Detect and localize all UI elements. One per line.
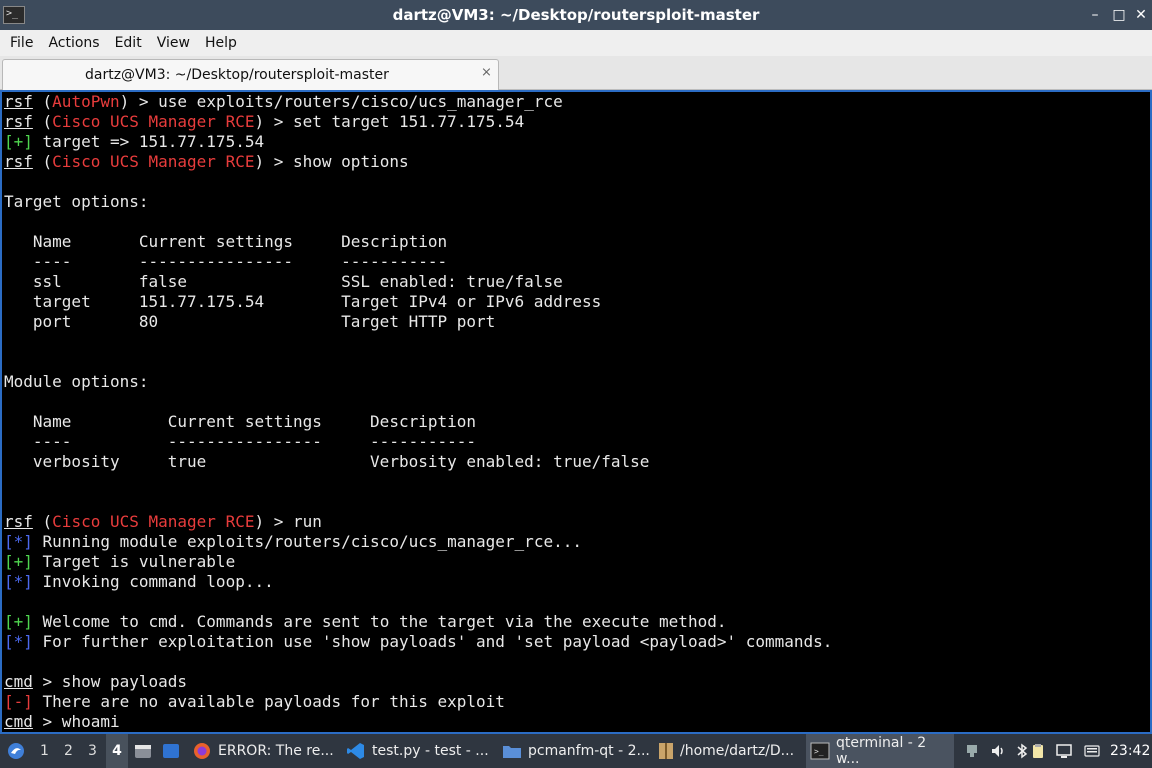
terminal-line: rsf (Cisco UCS Manager RCE) > show optio… <box>4 152 409 171</box>
task-label: /home/dartz/D... <box>680 743 795 759</box>
window-title: dartz@VM3: ~/Desktop/routersploit-master <box>392 6 760 24</box>
menu-actions[interactable]: Actions <box>42 35 105 51</box>
tab-close-icon[interactable]: ⨯ <box>481 65 492 80</box>
show-desktop-icon[interactable] <box>162 734 184 768</box>
target-options-separator: ---- ---------------- ----------- <box>4 252 448 271</box>
terminal-output[interactable]: rsf (AutoPwn) > use exploits/routers/cis… <box>0 90 1152 734</box>
target-option-row: ssl false SSL enabled: true/false <box>4 272 563 291</box>
terminal-line: [*] Running module exploits/routers/cisc… <box>4 532 582 551</box>
firefox-icon <box>194 743 210 759</box>
task-label: qterminal - 2 w... <box>835 735 927 767</box>
terminal-scrollbar[interactable] <box>1144 92 1150 732</box>
taskbar: 1 2 3 4 ERROR: The re... test.py - test … <box>0 734 1152 768</box>
file-manager-launcher-icon[interactable] <box>134 734 156 768</box>
workspace-1[interactable]: 1 <box>40 734 52 768</box>
workspace-3[interactable]: 3 <box>88 734 100 768</box>
archive-icon <box>659 743 673 759</box>
module-options-heading: Module options: <box>4 372 149 391</box>
menu-edit[interactable]: Edit <box>109 35 148 51</box>
volume-icon[interactable] <box>990 734 1010 768</box>
terminal-line: [*] Invoking command loop... <box>4 572 274 591</box>
terminal-line: [-] There are no available payloads for … <box>4 692 505 711</box>
task-pcmanfm[interactable]: pcmanfm-qt - 2... <box>502 734 650 768</box>
terminal-line: [*] For further exploitation use 'show p… <box>4 632 833 651</box>
window-titlebar: >_ dartz@VM3: ~/Desktop/routersploit-mas… <box>0 0 1152 30</box>
clipboard-icon[interactable] <box>1030 734 1050 768</box>
terminal-line: rsf (Cisco UCS Manager RCE) > set target… <box>4 112 525 131</box>
task-vscode[interactable]: test.py - test - ... <box>346 734 494 768</box>
terminal-line: [+] target => 151.77.175.54 <box>4 132 265 151</box>
svg-text:>_: >_ <box>814 747 824 756</box>
task-label: ERROR: The re... <box>218 743 334 759</box>
maximize-icon[interactable]: □ <box>1108 4 1130 26</box>
menu-file[interactable]: File <box>4 35 39 51</box>
target-option-row: target 151.77.175.54 Target IPv4 or IPv6… <box>4 292 602 311</box>
terminal-line: cmd > show payloads <box>4 672 188 691</box>
clock[interactable]: 23:42 <box>1110 734 1150 768</box>
tab-bar: dartz@VM3: ~/Desktop/routersploit-master… <box>0 56 1152 90</box>
target-options-heading: Target options: <box>4 192 149 211</box>
task-firefox[interactable]: ERROR: The re... <box>192 734 342 768</box>
task-archive[interactable]: /home/dartz/D... <box>656 734 802 768</box>
menu-view[interactable]: View <box>151 35 196 51</box>
close-icon[interactable]: ✕ <box>1130 4 1152 26</box>
workspace-2[interactable]: 2 <box>64 734 76 768</box>
terminal-line: rsf (AutoPwn) > use exploits/routers/cis… <box>4 92 563 111</box>
tab-terminal[interactable]: dartz@VM3: ~/Desktop/routersploit-master… <box>2 59 499 90</box>
keyboard-layout-icon[interactable] <box>1084 734 1104 768</box>
network-icon[interactable] <box>964 734 984 768</box>
menu-bar: File Actions Edit View Help <box>0 30 1152 56</box>
terminal-line: [+] Target is vulnerable <box>4 552 236 571</box>
task-label: test.py - test - ... <box>372 743 489 759</box>
module-option-row: verbosity true Verbosity enabled: true/f… <box>4 452 650 471</box>
workspace-4[interactable]: 4 <box>106 734 128 768</box>
folder-icon <box>503 746 521 758</box>
task-qterminal[interactable]: >_ qterminal - 2 w... <box>806 734 954 768</box>
menu-help[interactable]: Help <box>199 35 243 51</box>
start-menu-icon[interactable] <box>6 734 28 768</box>
terminal-line: [+] Welcome to cmd. Commands are sent to… <box>4 612 727 631</box>
vscode-icon <box>347 743 364 759</box>
terminal-icon: >_ <box>810 742 830 760</box>
task-label: pcmanfm-qt - 2... <box>528 743 650 759</box>
terminal-input-line[interactable]: cmd > whoami <box>4 712 120 732</box>
target-option-row: port 80 Target HTTP port <box>4 312 496 331</box>
module-options-header: Name Current settings Description <box>4 412 477 431</box>
minimize-icon[interactable]: – <box>1084 4 1106 26</box>
terminal-line: rsf (Cisco UCS Manager RCE) > run <box>4 512 322 531</box>
target-options-header: Name Current settings Description <box>4 232 448 251</box>
module-options-separator: ---- ---------------- ----------- <box>4 432 477 451</box>
tab-label: dartz@VM3: ~/Desktop/routersploit-master <box>85 67 389 83</box>
display-icon[interactable] <box>1056 734 1076 768</box>
